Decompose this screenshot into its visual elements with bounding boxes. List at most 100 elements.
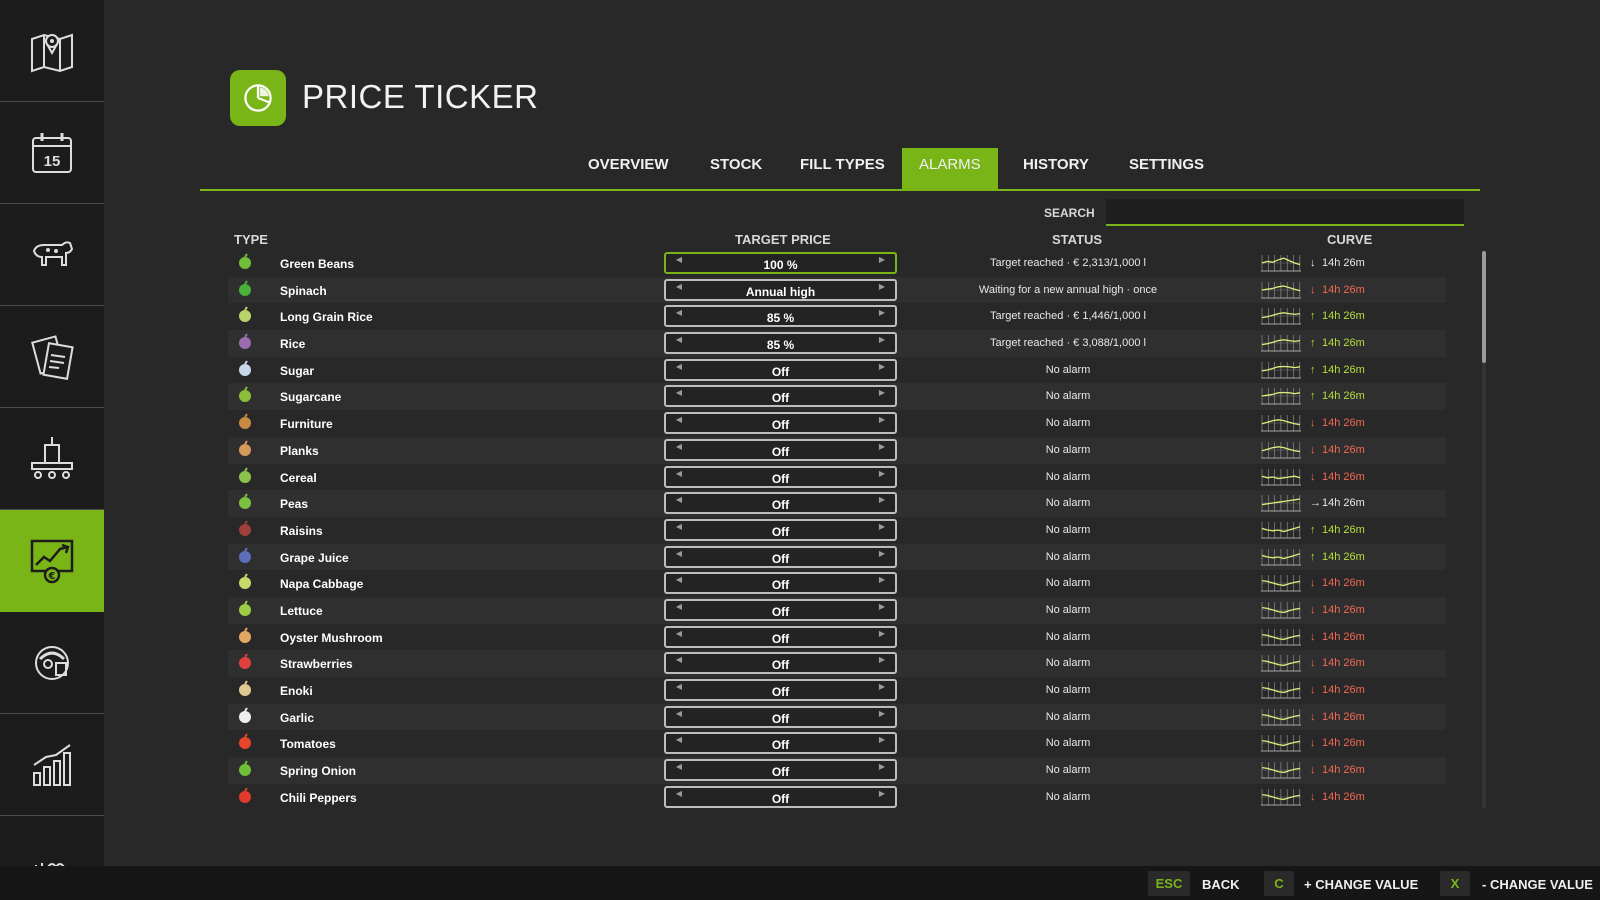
- chevron-left-icon[interactable]: ◀: [672, 735, 686, 744]
- target-price-stepper[interactable]: ◀ Off ▶: [664, 492, 897, 515]
- target-price-stepper[interactable]: ◀ Off ▶: [664, 759, 897, 782]
- tab-stock[interactable]: STOCK: [710, 148, 762, 189]
- sidebar-item-workers[interactable]: [0, 612, 104, 714]
- target-price-stepper[interactable]: ◀ Off ▶: [664, 785, 897, 808]
- sidebar-item-livestock[interactable]: [0, 204, 104, 306]
- chevron-right-icon[interactable]: ▶: [875, 469, 889, 478]
- chevron-left-icon[interactable]: ◀: [672, 282, 686, 291]
- chevron-right-icon[interactable]: ▶: [875, 522, 889, 531]
- chevron-right-icon[interactable]: ▶: [875, 442, 889, 451]
- x-key-hint[interactable]: X: [1440, 871, 1470, 896]
- scrollbar-thumb[interactable]: [1482, 251, 1486, 363]
- chevron-right-icon[interactable]: ▶: [875, 655, 889, 664]
- chevron-left-icon[interactable]: ◀: [672, 762, 686, 771]
- table-row[interactable]: Sugar ◀ Off ▶ No alarm ↑ 14h 26m: [228, 357, 1446, 384]
- target-price-stepper[interactable]: ◀ 85 % ▶: [664, 305, 897, 328]
- table-row[interactable]: Planks ◀ Off ▶ No alarm ↓ 14h 26m: [228, 436, 1446, 464]
- chevron-right-icon[interactable]: ▶: [875, 549, 889, 558]
- table-row[interactable]: Long Grain Rice ◀ 85 % ▶ Target reached · € …: [228, 303, 1446, 330]
- chevron-left-icon[interactable]: ◀: [672, 522, 686, 531]
- table-row[interactable]: Enoki ◀ Off ▶ No alarm ↓ 14h 26m: [228, 677, 1446, 704]
- target-price-stepper[interactable]: ◀ 85 % ▶: [664, 332, 897, 355]
- tab-settings[interactable]: SETTINGS: [1129, 148, 1204, 189]
- chevron-left-icon[interactable]: ◀: [672, 362, 686, 371]
- chevron-right-icon[interactable]: ▶: [875, 709, 889, 718]
- sidebar-item-map[interactable]: [0, 0, 104, 102]
- chevron-left-icon[interactable]: ◀: [672, 789, 686, 798]
- chevron-left-icon[interactable]: ◀: [672, 549, 686, 558]
- chevron-left-icon[interactable]: ◀: [672, 575, 686, 584]
- tab-overview[interactable]: OVERVIEW: [588, 148, 669, 189]
- target-price-stepper[interactable]: ◀ Annual high ▶: [664, 278, 897, 301]
- target-price-stepper[interactable]: ◀ 100 % ▶: [664, 252, 897, 274]
- chevron-left-icon[interactable]: ◀: [672, 495, 686, 504]
- chevron-right-icon[interactable]: ▶: [875, 682, 889, 691]
- chevron-right-icon[interactable]: ▶: [875, 362, 889, 371]
- target-price-stepper[interactable]: ◀ Off ▶: [664, 518, 897, 541]
- chevron-left-icon[interactable]: ◀: [672, 629, 686, 638]
- table-row[interactable]: Garlic ◀ Off ▶ No alarm ↓ 14h 26m: [228, 703, 1446, 731]
- sidebar-item-calendar[interactable]: 15: [0, 102, 104, 204]
- table-row[interactable]: Tomatoes ◀ Off ▶ No alarm ↓ 14h 26m: [228, 730, 1446, 757]
- table-row[interactable]: Spring Onion ◀ Off ▶ No alarm ↓ 14h 26m: [228, 757, 1446, 784]
- table-row[interactable]: Strawberries ◀ Off ▶ No alarm ↓ 14h 26m: [228, 650, 1446, 677]
- chevron-right-icon[interactable]: ▶: [875, 735, 889, 744]
- table-row[interactable]: Cereal ◀ Off ▶ No alarm ↓ 14h 26m: [228, 464, 1446, 491]
- target-price-stepper[interactable]: ◀ Off ▶: [664, 598, 897, 621]
- target-price-stepper[interactable]: ◀ Off ▶: [664, 625, 897, 648]
- chevron-right-icon[interactable]: ▶: [875, 789, 889, 798]
- sidebar-item-statistics[interactable]: [0, 714, 104, 816]
- chevron-left-icon[interactable]: ◀: [672, 602, 686, 611]
- target-price-stepper[interactable]: ◀ Off ▶: [664, 732, 897, 755]
- table-row[interactable]: Lettuce ◀ Off ▶ No alarm ↓ 14h 26m: [228, 596, 1446, 624]
- search-input[interactable]: [1106, 199, 1464, 226]
- sidebar-item-price-ticker[interactable]: €: [0, 510, 104, 612]
- target-price-stepper[interactable]: ◀ Off ▶: [664, 358, 897, 381]
- target-price-stepper[interactable]: ◀ Off ▶: [664, 679, 897, 701]
- chevron-left-icon[interactable]: ◀: [672, 469, 686, 478]
- sidebar-item-more[interactable]: [0, 816, 104, 866]
- table-row[interactable]: Grape Juice ◀ Off ▶ No alarm ↑ 14h 26m: [228, 543, 1446, 571]
- sidebar-item-production[interactable]: [0, 408, 104, 510]
- tab-alarms[interactable]: ALARMS: [902, 148, 998, 189]
- chevron-right-icon[interactable]: ▶: [875, 602, 889, 611]
- back-button[interactable]: BACK: [1202, 877, 1240, 892]
- chevron-right-icon[interactable]: ▶: [875, 308, 889, 317]
- target-price-stepper[interactable]: ◀ Off ▶: [664, 652, 897, 675]
- esc-key-hint[interactable]: ESC: [1148, 871, 1190, 896]
- tab-history[interactable]: HISTORY: [1023, 148, 1089, 189]
- c-key-hint[interactable]: C: [1264, 871, 1294, 896]
- chevron-right-icon[interactable]: ▶: [875, 762, 889, 771]
- tab-fill-types[interactable]: FILL TYPES: [800, 148, 885, 189]
- target-price-stepper[interactable]: ◀ Off ▶: [664, 385, 897, 408]
- chevron-left-icon[interactable]: ◀: [672, 682, 686, 691]
- target-price-stepper[interactable]: ◀ Off ▶: [664, 572, 897, 595]
- chevron-right-icon[interactable]: ▶: [875, 388, 889, 397]
- target-price-stepper[interactable]: ◀ Off ▶: [664, 465, 897, 488]
- target-price-stepper[interactable]: ◀ Off ▶: [664, 705, 897, 728]
- chevron-right-icon[interactable]: ▶: [875, 629, 889, 638]
- chevron-left-icon[interactable]: ◀: [672, 442, 686, 451]
- chevron-left-icon[interactable]: ◀: [672, 255, 686, 264]
- table-row[interactable]: Furniture ◀ Off ▶ No alarm ↓ 14h 26m: [228, 410, 1446, 437]
- chevron-left-icon[interactable]: ◀: [672, 709, 686, 718]
- chevron-left-icon[interactable]: ◀: [672, 415, 686, 424]
- chevron-right-icon[interactable]: ▶: [875, 415, 889, 424]
- chevron-left-icon[interactable]: ◀: [672, 655, 686, 664]
- chevron-left-icon[interactable]: ◀: [672, 335, 686, 344]
- table-row[interactable]: Peas ◀ Off ▶ No alarm →14h 26m: [228, 490, 1446, 517]
- target-price-stepper[interactable]: ◀ Off ▶: [664, 438, 897, 461]
- chevron-right-icon[interactable]: ▶: [875, 282, 889, 291]
- increase-value-button[interactable]: + CHANGE VALUE: [1304, 877, 1418, 892]
- decrease-value-button[interactable]: - CHANGE VALUE: [1482, 877, 1593, 892]
- table-row[interactable]: Chili Peppers ◀ Off ▶ No alarm ↓ 14h 26m: [228, 784, 1446, 811]
- table-row[interactable]: Oyster Mushroom ◀ Off ▶ No alarm ↓ 14h 26m: [228, 624, 1446, 651]
- chevron-right-icon[interactable]: ▶: [875, 255, 889, 264]
- target-price-stepper[interactable]: ◀ Off ▶: [664, 412, 897, 435]
- chevron-left-icon[interactable]: ◀: [672, 308, 686, 317]
- sidebar-item-contracts[interactable]: [0, 306, 104, 408]
- table-row[interactable]: Spinach ◀ Annual high ▶ Waiting for a new an…: [228, 276, 1446, 304]
- table-row[interactable]: Green Beans ◀ 100 % ▶ Target reached · € 2,3…: [228, 250, 1446, 277]
- table-row[interactable]: Rice ◀ 85 % ▶ Target reached · € 3,088/1,000…: [228, 330, 1446, 357]
- table-row[interactable]: Sugarcane ◀ Off ▶ No alarm ↑ 14h 26m: [228, 383, 1446, 411]
